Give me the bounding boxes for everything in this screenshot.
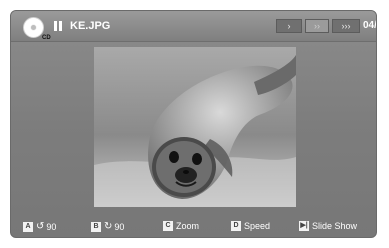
rotate-left-control[interactable]: A ↺ 90 — [23, 221, 56, 232]
cd-disc-icon: CD — [23, 17, 51, 41]
key-d: D — [231, 221, 241, 231]
header-bar: CD KE.JPG › ›› ››› 04/07 — [11, 11, 376, 42]
cd-label: CD — [42, 35, 51, 41]
zoom-label: Zoom — [176, 221, 200, 231]
seal-image — [94, 47, 296, 207]
photo-display — [94, 47, 296, 207]
filename: KE.JPG — [70, 20, 111, 32]
speed-control[interactable]: D Speed — [231, 221, 270, 231]
cd-hole — [31, 25, 36, 30]
previous-button[interactable]: › — [276, 19, 302, 33]
footer-controls: A ↺ 90 B ↻ 90 C Zoom D Speed ▶| Slide Sh… — [11, 218, 376, 237]
key-b: B — [91, 221, 101, 232]
speed-label: Speed — [244, 221, 271, 231]
rotate-cw-icon: ↻ — [104, 221, 113, 232]
key-a: A — [23, 221, 33, 232]
play-pause-key: ▶| — [299, 221, 309, 231]
rotate-right-control[interactable]: B ↻ 90 — [91, 221, 124, 232]
zoom-control[interactable]: C Zoom — [163, 221, 199, 231]
slideshow-control[interactable]: ▶| Slide Show — [299, 221, 357, 231]
fast-forward-button[interactable]: ››› — [332, 19, 360, 33]
photo-counter: 04/07 — [363, 20, 377, 31]
rotate-right-label: 90 — [114, 221, 125, 232]
photo-viewer-screen: CD KE.JPG › ›› ››› 04/07 — [10, 10, 377, 238]
slideshow-label: Slide Show — [312, 221, 358, 231]
pause-icon — [54, 21, 62, 31]
key-c: C — [163, 221, 173, 231]
rotate-ccw-icon: ↺ — [36, 221, 45, 232]
rotate-left-label: 90 — [46, 221, 57, 232]
next-button[interactable]: ›› — [305, 19, 329, 33]
